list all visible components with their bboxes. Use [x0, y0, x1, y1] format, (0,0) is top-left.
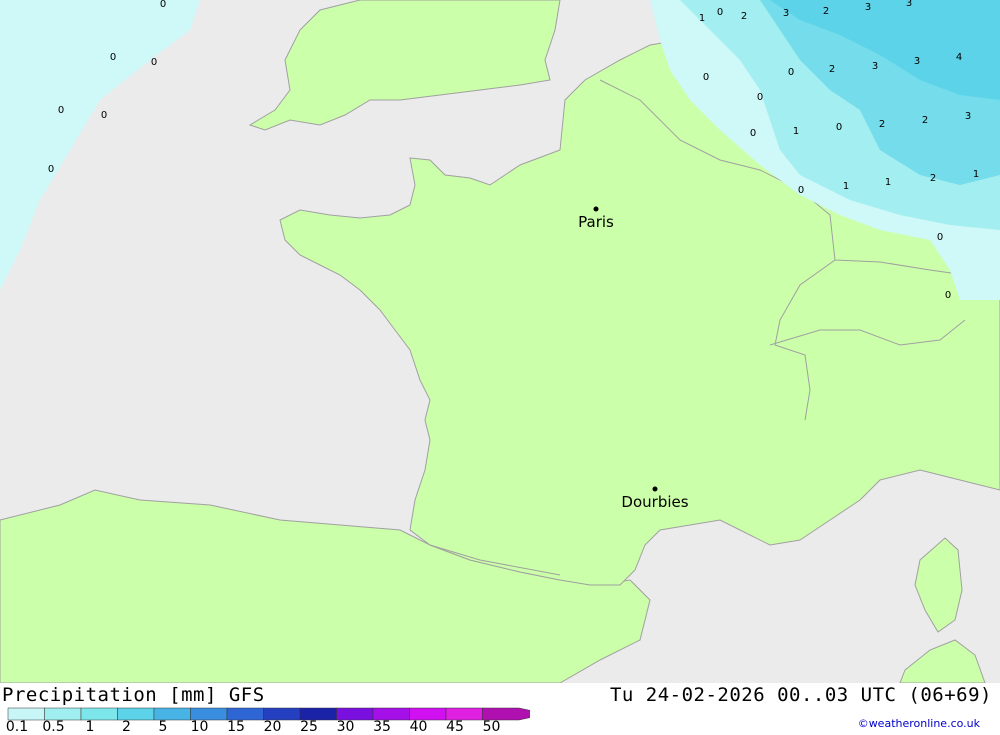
precip-value: 2 [922, 115, 928, 126]
precip-value: 3 [914, 56, 920, 67]
map-footer: Precipitation [mm] GFS Tu 24-02-2026 00.… [0, 683, 1000, 735]
precip-value: 0 [798, 185, 804, 196]
city-marker-dourbies [652, 486, 658, 492]
precip-value: 3 [872, 61, 878, 72]
precip-value: 0 [757, 92, 763, 103]
precip-value: 1 [885, 177, 891, 188]
credit-link[interactable]: ©weatheronline.co.uk [858, 717, 980, 730]
precip-value: 1 [843, 181, 849, 192]
precip-value: 1 [793, 126, 799, 137]
precip-value: 2 [823, 6, 829, 17]
precip-value: 0 [151, 57, 157, 68]
precip-value: 0 [58, 105, 64, 116]
map-title: Precipitation [mm] GFS [2, 684, 265, 706]
precip-value: 0 [101, 110, 107, 121]
precip-value: 3 [906, 0, 912, 9]
precip-value: 3 [783, 8, 789, 19]
city-label-paris: Paris [578, 213, 614, 231]
precip-value: 2 [879, 119, 885, 130]
precip-value: 0 [717, 7, 723, 18]
precip-value: 0 [48, 164, 54, 175]
precip-value: 3 [965, 111, 971, 122]
precip-value: 0 [750, 128, 756, 139]
precip-value: 0 [703, 72, 709, 83]
precip-value: 2 [741, 11, 747, 22]
precip-value: 4 [956, 52, 962, 63]
precip-value: 0 [788, 67, 794, 78]
precip-value: 1 [973, 169, 979, 180]
city-label-dourbies: Dourbies [621, 493, 688, 511]
city-marker-paris [593, 206, 599, 212]
precip-value: 2 [930, 173, 936, 184]
precip-value: 2 [829, 64, 835, 75]
precipitation-map: 00 00 00001 2 3 2 3 30 2 3 3 41 0 2 2 30 1 1 2 10000 Paris … [0, 0, 1000, 683]
precip-value: 0 [945, 290, 951, 301]
precip-value: 0 [836, 122, 842, 133]
precip-value: 0 [110, 52, 116, 63]
precip-value: 1 [699, 13, 705, 24]
precip-value: 0 [160, 0, 166, 10]
forecast-datetime: Tu 24-02-2026 00..03 UTC (06+69) [609, 684, 992, 706]
precip-value: 0 [937, 232, 943, 243]
precip-value: 3 [865, 2, 871, 13]
